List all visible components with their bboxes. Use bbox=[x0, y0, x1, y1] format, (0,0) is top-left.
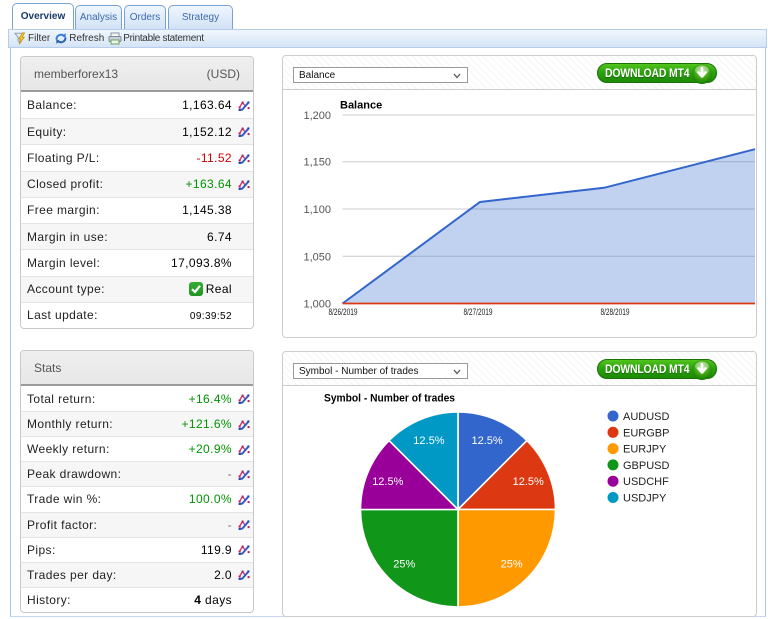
svg-text:USDJPY: USDJPY bbox=[623, 493, 667, 505]
svg-text:1,200: 1,200 bbox=[303, 110, 331, 122]
svg-text:12.5%: 12.5% bbox=[513, 476, 544, 488]
svg-text:12.5%: 12.5% bbox=[471, 435, 502, 447]
svg-text:1,000: 1,000 bbox=[303, 299, 331, 311]
svg-text:25%: 25% bbox=[393, 559, 415, 571]
svg-text:12.5%: 12.5% bbox=[372, 476, 403, 488]
svg-text:Symbol - Number of trades: Symbol - Number of trades bbox=[324, 393, 455, 405]
svg-text:1,050: 1,050 bbox=[303, 251, 331, 263]
svg-text:EURJPY: EURJPY bbox=[623, 444, 667, 456]
svg-text:8/28/2019: 8/28/2019 bbox=[601, 307, 630, 317]
svg-text:8/26/2019: 8/26/2019 bbox=[329, 307, 358, 317]
svg-text:25%: 25% bbox=[501, 559, 523, 571]
svg-text:Balance: Balance bbox=[340, 100, 382, 112]
svg-text:EURGBP: EURGBP bbox=[623, 427, 669, 439]
svg-text:1,100: 1,100 bbox=[303, 204, 331, 216]
svg-text:USDCHF: USDCHF bbox=[623, 476, 669, 488]
svg-text:GBPUSD: GBPUSD bbox=[623, 460, 670, 472]
svg-text:8/27/2019: 8/27/2019 bbox=[464, 307, 493, 317]
svg-text:1,150: 1,150 bbox=[303, 157, 331, 169]
svg-text:AUDUSD: AUDUSD bbox=[623, 411, 670, 423]
svg-text:12.5%: 12.5% bbox=[413, 435, 444, 447]
